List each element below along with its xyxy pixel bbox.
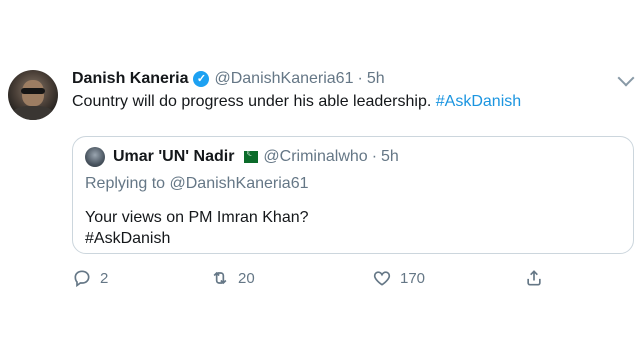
tweet-text-main: Country will do progress under his able …	[72, 93, 432, 110]
like-count: 170	[400, 269, 426, 287]
tweet-text: Country will do progress under his able …	[72, 93, 521, 111]
chevron-down-icon[interactable]	[617, 69, 635, 87]
separator: ·	[357, 70, 363, 87]
hashtag-link[interactable]: #AskDanish	[436, 93, 521, 110]
author-name[interactable]: Danish Kaneria	[72, 70, 188, 88]
reply-icon	[74, 270, 90, 288]
like-button[interactable]: 170	[372, 268, 425, 288]
quoted-text-line1: Your views on PM Imran Khan?	[85, 209, 309, 226]
quoted-tweet-header: Umar 'UN' Nadir @Criminalwho · 5h	[113, 146, 399, 168]
share-button[interactable]	[524, 268, 544, 288]
quoted-tweet-text: Your views on PM Imran Khan? #AskDanish	[85, 207, 309, 249]
verified-badge-icon: ✓	[193, 71, 210, 87]
tweet[interactable]: Danish Kaneria ✓ @DanishKaneria61 · 5h C…	[0, 0, 640, 360]
quoted-tweet-time: 5h	[381, 148, 399, 165]
quoted-author-avatar[interactable]	[85, 147, 105, 167]
quoted-tweet[interactable]: Umar 'UN' Nadir @Criminalwho · 5h Replyi…	[72, 136, 634, 254]
retweet-button[interactable]: 20	[210, 268, 255, 288]
retweet-count: 20	[238, 269, 255, 287]
share-icon	[527, 270, 541, 286]
author-avatar[interactable]	[8, 70, 58, 120]
replying-to: Replying to @DanishKaneria61	[85, 175, 309, 192]
tweet-time[interactable]: 5h	[367, 70, 385, 88]
avatar-shirt	[12, 106, 54, 120]
avatar-sunglasses	[21, 88, 45, 94]
reply-count: 2	[100, 269, 109, 287]
separator: ·	[371, 148, 378, 165]
tweet-header: Danish Kaneria ✓ @DanishKaneria61 · 5h	[72, 68, 385, 90]
pakistan-flag-icon	[240, 148, 259, 163]
tweet-actions: 2 20 170	[72, 268, 552, 290]
reply-button[interactable]: 2	[72, 268, 108, 288]
heart-icon	[373, 271, 391, 286]
quoted-text-line2: #AskDanish	[85, 230, 171, 247]
retweet-icon	[213, 271, 227, 285]
author-handle[interactable]: @DanishKaneria61	[214, 70, 353, 88]
quoted-author-name: Umar 'UN' Nadir	[113, 148, 235, 165]
quoted-author-handle: @Criminalwho	[263, 148, 368, 165]
